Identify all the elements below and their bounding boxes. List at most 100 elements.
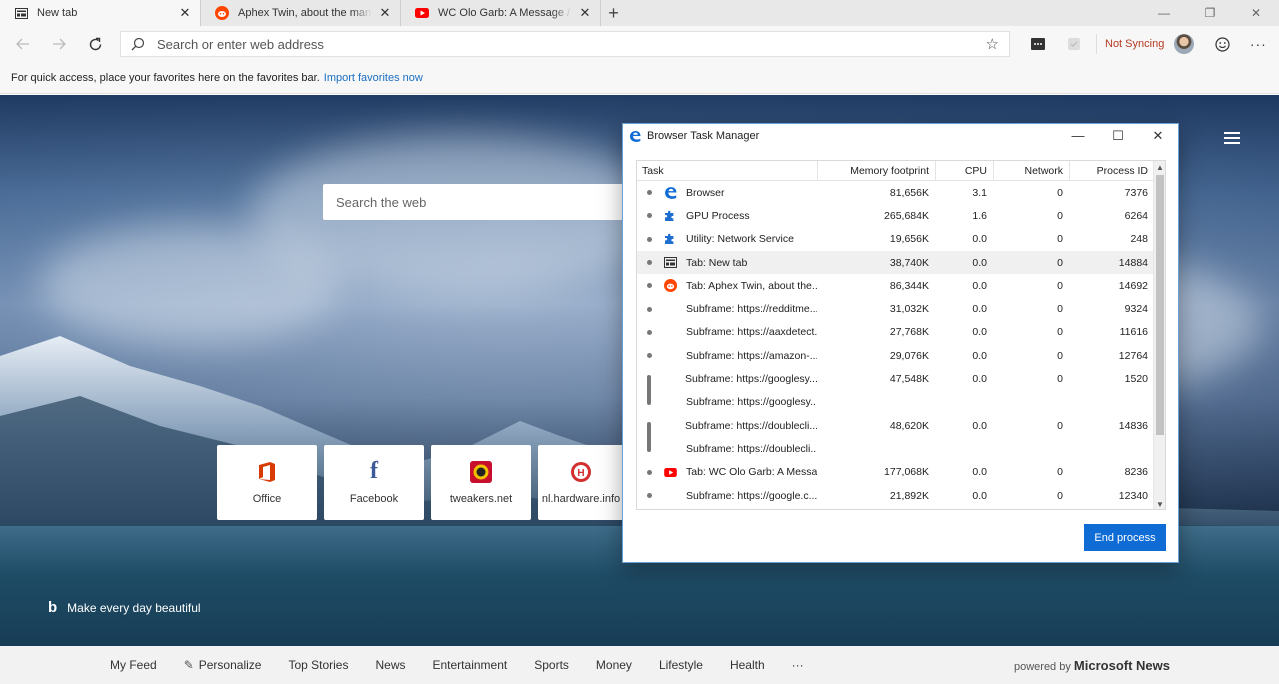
feed-top-stories[interactable]: Top Stories: [288, 658, 348, 672]
bing-caption-text: Make every day beautiful: [67, 600, 201, 615]
network-value: 0: [1057, 326, 1063, 339]
feed-personalize[interactable]: ✎ Personalize: [184, 658, 262, 672]
cpu-value: [935, 437, 993, 460]
table-row[interactable]: Subframe: https://aaxdetect... 27,768K 0…: [637, 321, 1165, 344]
task-manager-titlebar: Browser Task Manager — ☐ ✕: [623, 124, 1178, 148]
sync-status[interactable]: Not Syncing: [1096, 34, 1195, 54]
feed-sports[interactable]: Sports: [534, 658, 569, 672]
memory-value: [817, 437, 935, 460]
row-icon-placeholder: [663, 442, 677, 456]
feed-money[interactable]: Money: [596, 658, 632, 672]
edge-icon: [663, 186, 677, 200]
end-process-button[interactable]: End process: [1084, 524, 1166, 551]
web-search-input[interactable]: [336, 194, 616, 210]
column-network[interactable]: Network: [993, 161, 1069, 180]
feed-news[interactable]: News: [375, 658, 405, 672]
shield-icon: [1068, 38, 1080, 50]
reading-view-button[interactable]: [1020, 26, 1056, 62]
close-icon[interactable]: ✕: [178, 5, 192, 20]
row-bullet: [647, 493, 652, 498]
scroll-down-icon[interactable]: ▼: [1154, 500, 1165, 509]
bing-caption[interactable]: b Make every day beautiful: [48, 599, 201, 616]
tile-hardware-info[interactable]: H nl.hardware.info: [538, 445, 624, 520]
extension-icon: [1031, 38, 1045, 50]
address-input[interactable]: [157, 36, 986, 52]
network-value: 0: [1057, 233, 1063, 246]
import-favorites-link[interactable]: Import favorites now: [324, 72, 423, 84]
favorites-bar: For quick access, place your favorites h…: [0, 62, 1279, 94]
process-id-value: 9324: [1124, 303, 1148, 316]
restore-icon[interactable]: ❐: [1187, 0, 1233, 26]
more-menu-button[interactable]: ···: [1240, 26, 1276, 62]
tab-new-tab[interactable]: New tab ✕: [0, 0, 200, 26]
scroll-up-icon[interactable]: ▲: [1154, 163, 1165, 172]
tab-strip: New tab ✕ Aphex Twin, about the man the …: [0, 0, 1279, 26]
tile-label: nl.hardware.info: [541, 492, 621, 505]
network-value: 0: [1057, 489, 1063, 502]
table-row[interactable]: Tab: WC Olo Garb: A Messa... 177,068K 0.…: [637, 461, 1165, 484]
page-settings-menu-icon[interactable]: [1224, 132, 1240, 144]
cpu-value: 0.0: [972, 303, 987, 316]
close-icon[interactable]: ✕: [578, 5, 592, 20]
puzzle-icon: [663, 209, 677, 223]
cpu-value: 0.0: [972, 279, 987, 292]
feed-my-feed[interactable]: My Feed: [110, 658, 157, 672]
table-row[interactable]: Subframe: https://doublecli... 48,620K 0…: [637, 414, 1165, 452]
task-name: Tab: Aphex Twin, about the...: [686, 279, 817, 292]
feedback-button[interactable]: [1204, 26, 1240, 62]
ellipsis-icon: ···: [1249, 36, 1267, 52]
feed-entertainment[interactable]: Entertainment: [433, 658, 508, 672]
tab-aphex-twin[interactable]: Aphex Twin, about the man the myth ✕: [200, 0, 400, 26]
task-name: Tab: WC Olo Garb: A Messa...: [686, 466, 817, 479]
shield-button[interactable]: [1056, 26, 1092, 62]
close-icon[interactable]: ✕: [1138, 128, 1178, 144]
tile-office[interactable]: Office: [217, 445, 317, 520]
close-window-icon[interactable]: ✕: [1233, 0, 1279, 26]
maximize-icon[interactable]: ☐: [1098, 128, 1138, 144]
scrollbar[interactable]: ▲ ▼: [1153, 161, 1165, 509]
tile-tweakers[interactable]: tweakers.net: [431, 445, 531, 520]
favorite-star-icon[interactable]: ☆: [986, 35, 999, 53]
task-name: Subframe: https://doublecli...: [685, 419, 817, 432]
tab-wc-olo-garb[interactable]: WC Olo Garb: A Message / Leftover ✕: [400, 0, 600, 26]
column-process-id[interactable]: Process ID: [1069, 161, 1154, 180]
refresh-button[interactable]: [77, 26, 113, 62]
avatar[interactable]: [1174, 34, 1195, 54]
table-row[interactable]: Subframe: https://googlesy... 47,548K 0.…: [637, 367, 1165, 406]
task-name: Browser: [686, 186, 725, 199]
forward-button[interactable]: [41, 26, 77, 62]
column-memory[interactable]: Memory footprint: [817, 161, 935, 180]
process-id-value: 6264: [1124, 209, 1148, 222]
feed-health[interactable]: Health: [730, 658, 765, 672]
table-row[interactable]: Utility: Network Service 19,656K 0.0 0 2…: [637, 228, 1165, 251]
minimize-icon[interactable]: —: [1141, 0, 1187, 26]
network-value: 0: [1057, 186, 1063, 199]
back-button[interactable]: [5, 26, 41, 62]
tile-facebook[interactable]: f Facebook: [324, 445, 424, 520]
row-bullet: [647, 213, 652, 219]
network-value: 0: [1057, 373, 1063, 386]
feed-more-icon[interactable]: ···: [792, 658, 804, 672]
network-value: [993, 391, 1069, 414]
feed-lifestyle[interactable]: Lifestyle: [659, 658, 703, 672]
row-bullet: [647, 329, 652, 335]
scroll-thumb[interactable]: [1156, 175, 1164, 435]
task-name: Subframe: https://amazon-...: [686, 349, 817, 362]
column-cpu[interactable]: CPU: [935, 161, 993, 180]
table-row[interactable]: GPU Process 265,684K 1.6 0 6264: [637, 204, 1165, 227]
address-bar[interactable]: ☆: [120, 31, 1010, 57]
table-row[interactable]: Tab: New tab 38,740K 0.0 0 14884: [637, 250, 1165, 275]
task-name: Tab: New tab: [686, 256, 748, 269]
minimize-icon[interactable]: —: [1058, 128, 1098, 144]
table-row[interactable]: Subframe: https://doublecli...: [637, 437, 1165, 460]
new-tab-button[interactable]: +: [600, 0, 626, 26]
table-row[interactable]: Subframe: https://google.c... 21,892K 0.…: [637, 484, 1165, 507]
web-search-box[interactable]: [323, 184, 623, 220]
close-icon[interactable]: ✕: [378, 5, 392, 20]
pencil-icon: ✎: [183, 658, 194, 672]
table-row[interactable]: Subframe: https://redditme... 31,032K 0.…: [637, 297, 1165, 320]
powered-prefix: powered by: [1013, 660, 1071, 673]
table-row[interactable]: Tab: Aphex Twin, about the... 86,344K 0.…: [637, 274, 1165, 297]
table-row[interactable]: Browser 81,656K 3.1 0 7376: [637, 181, 1165, 204]
column-task[interactable]: Task: [637, 161, 817, 180]
